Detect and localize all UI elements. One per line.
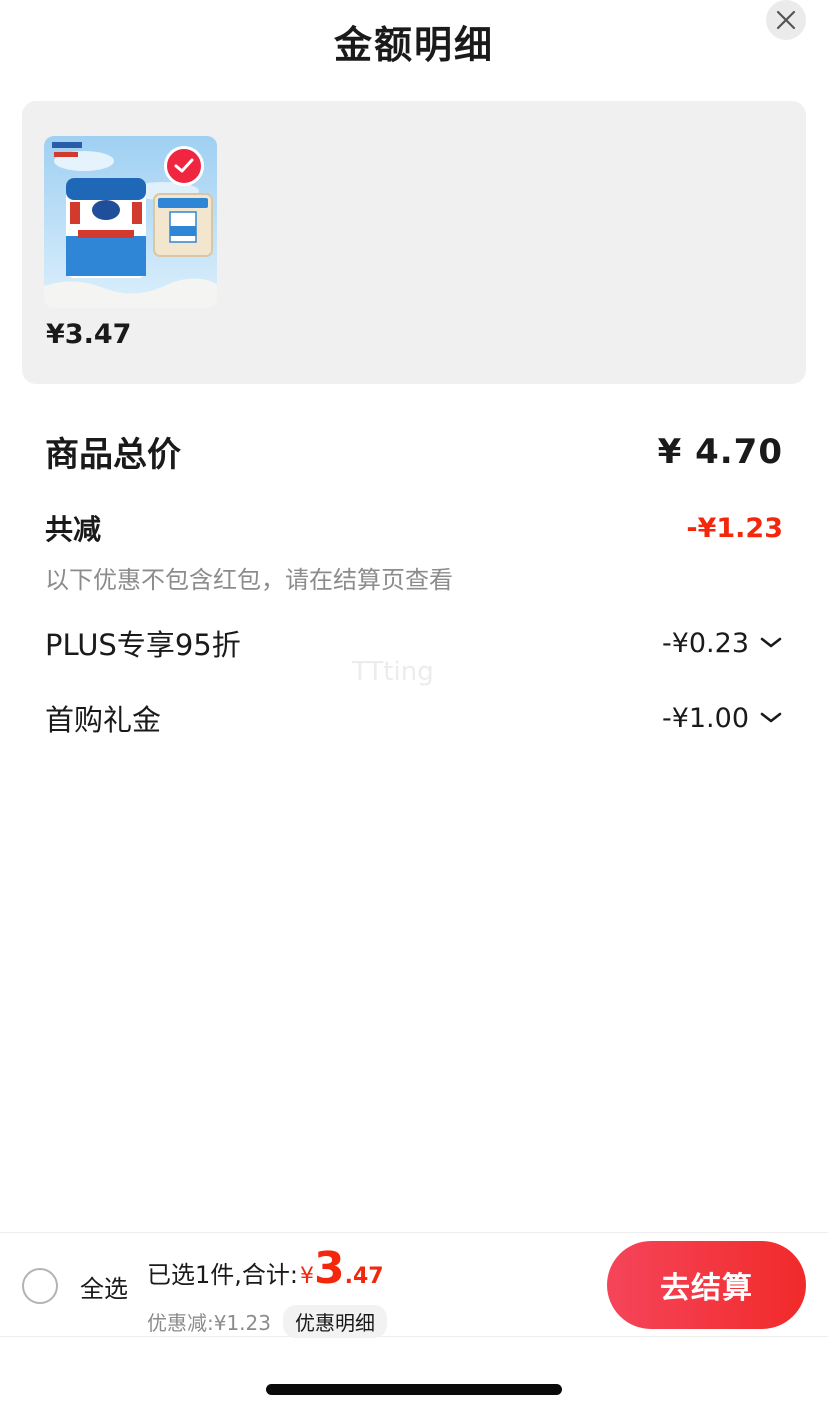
- total-price-value: ¥ 4.70: [657, 431, 783, 472]
- close-button[interactable]: [766, 0, 806, 40]
- discount-detail-button[interactable]: 优惠明细: [283, 1305, 387, 1338]
- discount-value: -¥0.23: [661, 627, 749, 659]
- chevron-down-icon[interactable]: [759, 711, 783, 725]
- total-price-label: 商品总价: [45, 435, 181, 475]
- select-all-label[interactable]: 全选: [80, 1269, 128, 1304]
- selected-count-text: 已选1件,合计:: [147, 1261, 298, 1289]
- total-amount-decimal: .47: [344, 1264, 384, 1289]
- select-all-radio[interactable]: [22, 1268, 58, 1304]
- discount-value: -¥1.00: [661, 702, 749, 734]
- discount-summary: 优惠减:¥1.23 优惠明细: [147, 1305, 387, 1338]
- total-amount-integer: 3: [313, 1243, 345, 1294]
- close-icon: [776, 10, 796, 30]
- watermark: TTting: [352, 657, 434, 687]
- discount-row-first-purchase[interactable]: 首购礼金 -¥1.00: [45, 697, 783, 739]
- checkout-bar: 全选 已选1件,合计: ¥ 3 .47 优惠减:¥1.23 优惠明细 去结算: [0, 1232, 828, 1338]
- product-card: ¥3.47: [22, 101, 806, 384]
- page-title: 金额明细: [333, 23, 494, 67]
- checkout-button[interactable]: 去结算: [607, 1241, 806, 1329]
- discount-label: 首购礼金: [45, 703, 162, 737]
- discount-label: PLUS专享95折: [45, 628, 241, 662]
- home-indicator: [266, 1384, 562, 1395]
- chevron-down-icon[interactable]: [759, 636, 783, 650]
- selected-check-icon[interactable]: [164, 146, 204, 186]
- discount-note: 以下优惠不包含红包，请在结算页查看: [45, 566, 453, 594]
- product-price: ¥3.47: [46, 319, 132, 350]
- currency-symbol: ¥: [299, 1264, 314, 1289]
- order-summary: 已选1件,合计: ¥ 3 .47: [147, 1247, 384, 1291]
- total-price-row: 商品总价 ¥ 4.70: [45, 427, 783, 476]
- discount-amount-text: 优惠减:¥1.23: [147, 1311, 271, 1335]
- total-reduction-label: 共减: [45, 513, 102, 546]
- total-reduction-row: 共减 -¥1.23: [45, 508, 783, 548]
- header: 金额明细: [0, 0, 828, 90]
- total-reduction-value: -¥1.23: [686, 512, 783, 544]
